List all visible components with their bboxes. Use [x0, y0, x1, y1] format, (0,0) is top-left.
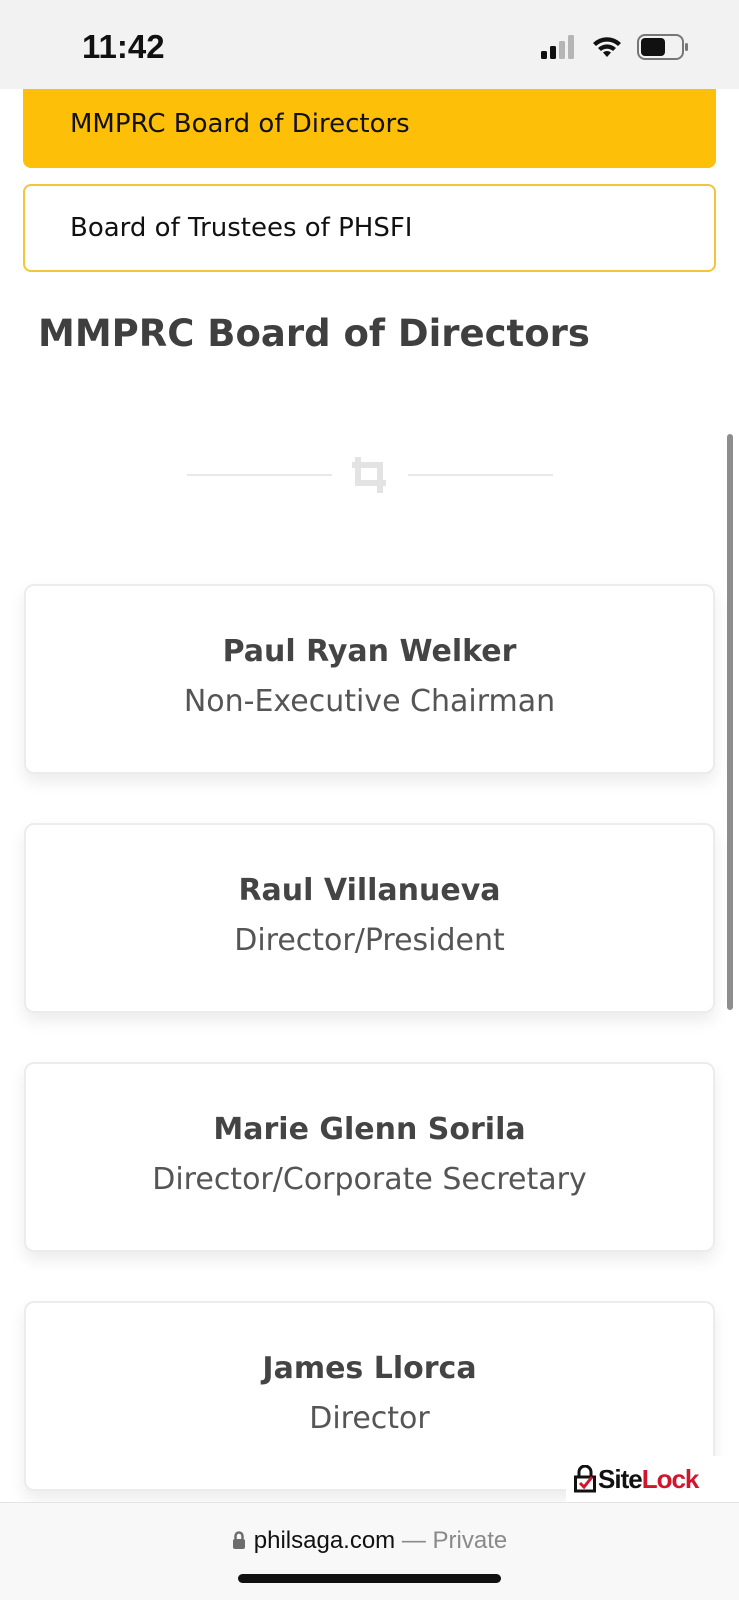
- padlock-icon: [574, 1465, 596, 1493]
- member-card: Raul Villanueva Director/President: [24, 823, 715, 1013]
- tab-board-of-trustees-phsfi[interactable]: Board of Trustees of PHSFI: [23, 184, 716, 272]
- member-card: Marie Glenn Sorila Director/Corporate Se…: [24, 1062, 715, 1252]
- tab-label: MMPRC Board of Directors: [70, 109, 410, 139]
- address-bar[interactable]: philsaga.com — Private: [0, 1527, 739, 1555]
- member-role: Director: [309, 1401, 430, 1436]
- lock-icon: [232, 1531, 245, 1549]
- member-name: James Llorca: [262, 1351, 477, 1386]
- sitelock-site-text: Site: [598, 1463, 643, 1494]
- member-role: Non-Executive Chairman: [183, 684, 556, 719]
- member-role: Director/President: [234, 923, 505, 958]
- sitelock-badge[interactable]: Site Lock: [566, 1456, 728, 1502]
- url-domain: philsaga.com: [253, 1527, 396, 1554]
- member-name: Raul Villanueva: [238, 873, 501, 908]
- sitelock-lock-text: Lock: [641, 1463, 700, 1494]
- status-bar: 11:42: [0, 0, 739, 89]
- wifi-icon: [593, 37, 621, 57]
- status-icons: [541, 34, 689, 60]
- member-name: Marie Glenn Sorila: [213, 1112, 526, 1147]
- divider-line-right: [408, 474, 553, 476]
- private-mode-label: Private: [432, 1527, 508, 1554]
- divider-line-left: [187, 474, 332, 476]
- cellular-signal-icon: [541, 35, 574, 59]
- page-title: MMPRC Board of Directors: [38, 312, 590, 355]
- crop-icon: [352, 457, 386, 493]
- url-separator: —: [395, 1527, 433, 1554]
- browser-bottom-bar: philsaga.com — Private: [0, 1502, 739, 1600]
- member-role: Director/Corporate Secretary: [152, 1162, 587, 1197]
- member-card: Paul Ryan Welker Non-Executive Chairman: [24, 584, 715, 774]
- tab-label: Board of Trustees of PHSFI: [70, 213, 413, 243]
- home-indicator[interactable]: [238, 1574, 501, 1583]
- battery-icon: [637, 34, 688, 60]
- member-name: Paul Ryan Welker: [222, 634, 517, 669]
- scrollbar[interactable]: [727, 434, 733, 1010]
- tab-mmprc-board-of-directors[interactable]: MMPRC Board of Directors: [23, 89, 716, 168]
- status-time: 11:42: [82, 28, 165, 65]
